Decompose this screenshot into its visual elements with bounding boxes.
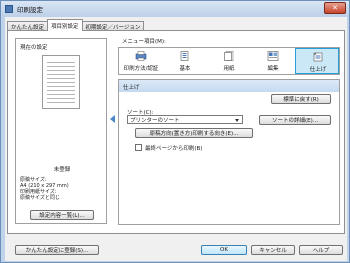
title-bar: 印刷設定 ✕ (1, 1, 349, 17)
preview-line (47, 74, 75, 75)
basic-icon (180, 51, 189, 61)
last-page-checkbox[interactable] (135, 144, 142, 151)
dialog-client: かんたん設定 項目別設定 初期設定／バージョン 現在の設定 未登録 原稿サイズ:… (5, 17, 347, 261)
preview-line (47, 94, 75, 95)
register-simple-settings-button[interactable]: かんたん設定に登録(S)... (15, 245, 99, 255)
preview-line (47, 90, 75, 91)
page-preview (42, 55, 80, 109)
finishing-settings-panel: 仕上げ 標準に戻す(R) ソート(C): プリンターのソート ソートの詳細(E)… (118, 79, 340, 225)
chevron-down-icon (235, 119, 239, 122)
settings-summary: 原稿サイズ: A4 (210 x 297 mm) 印刷用紙サイズ: 原稿サイズと… (20, 177, 69, 201)
collapse-arrow-icon[interactable] (110, 115, 115, 123)
summary-line: 原稿サイズと同じ (20, 195, 60, 201)
close-button[interactable]: ✕ (324, 2, 346, 14)
preview-line (47, 86, 75, 87)
menu-item-paper[interactable]: 用紙 (207, 48, 251, 74)
menu-item-edit[interactable]: 編集 (251, 48, 295, 74)
paper-icon (224, 51, 234, 61)
menu-item-label: 用紙 (223, 66, 235, 72)
current-settings-heading: 現在の設定 (20, 45, 48, 51)
preview-line (47, 62, 75, 63)
tab-item-settings[interactable]: 項目別設定 (47, 19, 83, 31)
window-title: 印刷設定 (17, 6, 43, 14)
registration-status: 未登録 (53, 167, 71, 173)
finish-icon (313, 52, 323, 62)
current-settings-panel: 現在の設定 未登録 原稿サイズ: A4 (210 x 297 mm) 印刷用紙サ… (15, 38, 107, 224)
preview-line (47, 70, 75, 71)
menu-item-label: 印刷方法/認証 (123, 66, 159, 72)
sort-select[interactable]: プリンターのソート (127, 115, 243, 124)
sort-details-button[interactable]: ソートの詳細(E)... (259, 115, 331, 125)
printer-icon (5, 5, 13, 13)
finishing-title: 仕上げ (123, 85, 140, 91)
menu-item-basic[interactable]: 基本 (163, 48, 207, 74)
finishing-header: 仕上げ (119, 80, 339, 92)
menu-item-label: 基本 (179, 66, 191, 72)
preview-line (47, 98, 75, 99)
preview-line (47, 82, 75, 83)
print-method-icon (135, 51, 147, 61)
preview-line (47, 66, 75, 67)
ok-button[interactable]: OK (201, 245, 247, 255)
last-page-checkbox-label: 最終ページから印刷(B) (145, 146, 203, 152)
help-button[interactable]: ヘルプ (299, 245, 343, 255)
sort-select-value: プリンターのソート (130, 117, 180, 124)
settings-list-button[interactable]: 設定内容一覧(L)... (30, 210, 94, 220)
preview-line (47, 102, 75, 103)
orientation-button[interactable]: 原稿方向(置き方)印刷する向き(E)... (135, 128, 253, 138)
menu-items-label: メニュー項目(M): (122, 39, 166, 45)
menu-item-finish[interactable]: 仕上げ (295, 48, 339, 74)
menu-item-label: 編集 (267, 66, 279, 72)
menu-item-label: 仕上げ (309, 67, 327, 73)
cancel-button[interactable]: キャンセル (251, 245, 295, 255)
print-settings-window: 印刷設定 ✕ かんたん設定 項目別設定 初期設定／バージョン 現在の設定 未登録… (0, 0, 350, 263)
menu-item-print-method[interactable]: 印刷方法/認証 (119, 48, 163, 74)
menu-items-bar: 印刷方法/認証 基本 用紙 編集 仕上げ (118, 47, 340, 75)
preview-line (47, 78, 75, 79)
edit-icon (267, 51, 279, 61)
restore-defaults-button[interactable]: 標準に戻す(R) (271, 94, 331, 104)
tab-panel: 現在の設定 未登録 原稿サイズ: A4 (210 x 297 mm) 印刷用紙サ… (7, 30, 345, 234)
